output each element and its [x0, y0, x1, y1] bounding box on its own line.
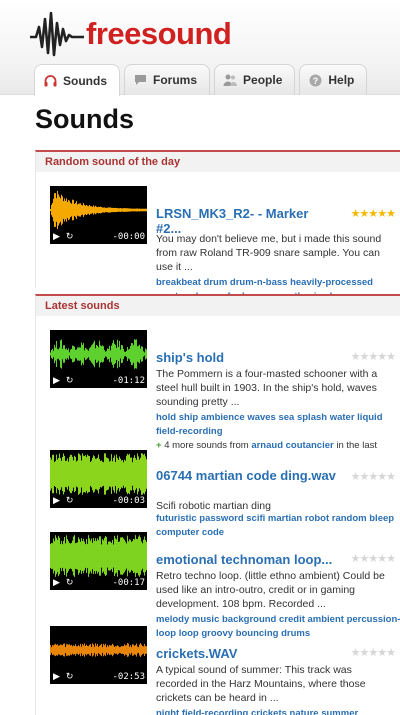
play-icon[interactable]: ▶	[53, 495, 60, 506]
sound-title-link[interactable]: emotional technoman loop...	[156, 552, 356, 567]
rating-stars[interactable]: ★★★★★	[351, 207, 396, 220]
rating-stars[interactable]: ★★★★★	[351, 470, 396, 483]
question-icon: ?	[308, 73, 322, 87]
logo-text: freesound	[86, 16, 232, 51]
plus-icon: +	[156, 440, 162, 451]
more-sounds-from-user[interactable]: + 4 more sounds from arnaud coutancier i…	[156, 440, 400, 451]
star-icon[interactable]: ★	[386, 208, 396, 220]
star-icon[interactable]: ★	[386, 471, 396, 483]
latest-sounds-section: Latest sounds ▶ ↻ -01:12 ship's hold ★★★★…	[35, 294, 400, 715]
star-icon[interactable]: ★	[351, 553, 361, 565]
section-heading: Latest sounds	[35, 294, 400, 316]
star-icon[interactable]: ★	[377, 647, 387, 659]
play-icon[interactable]: ▶	[53, 577, 60, 588]
play-icon[interactable]: ▶	[53, 375, 60, 386]
random-sound-section: Random sound of the day ▶ ↻ -00:00 LRSN_M…	[35, 150, 400, 302]
people-icon	[223, 73, 238, 87]
rating-stars[interactable]: ★★★★★	[351, 552, 396, 565]
star-icon[interactable]: ★	[377, 208, 387, 220]
sound-description: Retro techno loop. (little ethno ambient…	[156, 570, 385, 610]
loop-icon[interactable]: ↻	[66, 231, 74, 242]
star-icon[interactable]: ★	[377, 553, 387, 565]
loop-icon[interactable]: ↻	[66, 577, 74, 588]
headphones-icon	[43, 74, 57, 88]
playback-time: -00:00	[112, 232, 145, 242]
loop-icon[interactable]: ↻	[66, 495, 74, 506]
sound-title-link[interactable]: 06744 martian code ding.wav	[156, 468, 336, 483]
star-icon[interactable]: ★	[368, 208, 378, 220]
star-icon[interactable]: ★	[351, 647, 361, 659]
playback-time: -01:12	[112, 376, 145, 386]
star-icon[interactable]: ★	[351, 208, 361, 220]
tab-sounds[interactable]: Sounds	[34, 64, 120, 96]
star-icon[interactable]: ★	[377, 471, 387, 483]
sound-title-link[interactable]: crickets.WAV	[156, 646, 336, 661]
star-icon[interactable]: ★	[351, 471, 361, 483]
loop-icon[interactable]: ↻	[66, 671, 74, 682]
star-icon[interactable]: ★	[368, 647, 378, 659]
svg-text:?: ?	[313, 76, 319, 86]
star-icon[interactable]: ★	[386, 553, 396, 565]
sound-description: You may don't believe me, but i made thi…	[156, 233, 382, 273]
tab-forums[interactable]: Forums	[124, 64, 211, 95]
sound-tags[interactable]: night field-recording crickets nature su…	[156, 707, 400, 715]
waveform-player[interactable]: ▶ ↻ -02:53	[50, 626, 147, 684]
user-link[interactable]: arnaud coutancier	[251, 440, 333, 451]
sound-description: The Pommern is a four-masted schooner wi…	[156, 368, 378, 408]
rating-stars[interactable]: ★★★★★	[351, 350, 396, 363]
waveform-player[interactable]: ▶ ↻ -00:17	[50, 532, 147, 590]
star-icon[interactable]: ★	[368, 471, 378, 483]
tab-label: Sounds	[63, 73, 107, 88]
playback-time: -02:53	[112, 672, 145, 682]
star-icon[interactable]: ★	[368, 351, 378, 363]
sound-tags[interactable]: melody music background credit ambient p…	[156, 613, 400, 641]
playback-time: -00:17	[112, 578, 145, 588]
sound-tags[interactable]: hold ship ambience waves sea splash wate…	[156, 411, 400, 439]
tab-label: Help	[328, 73, 355, 87]
tab-label: People	[243, 73, 283, 87]
page-title: Sounds	[35, 104, 134, 134]
tab-help[interactable]: ? Help	[299, 64, 368, 95]
play-icon[interactable]: ▶	[53, 231, 60, 242]
waveform-player[interactable]: ▶ ↻ -01:12	[50, 330, 147, 388]
waveform-player[interactable]: ▶ ↻ -00:03	[50, 450, 147, 508]
site-header: freesound Sounds Forums People ? Help	[0, 0, 400, 96]
play-icon[interactable]: ▶	[53, 671, 60, 682]
main-nav-tabs: Sounds Forums People ? Help	[34, 64, 368, 96]
sound-description: Scifi robotic martian ding	[156, 500, 271, 512]
star-icon[interactable]: ★	[368, 553, 378, 565]
speech-bubble-icon	[133, 73, 147, 87]
freesound-logo[interactable]: freesound	[30, 6, 232, 62]
loop-icon[interactable]: ↻	[66, 375, 74, 386]
section-heading: Random sound of the day	[35, 150, 400, 172]
sound-description: A typical sound of summer: This track wa…	[156, 664, 366, 704]
waveform-player[interactable]: ▶ ↻ -00:00	[50, 186, 147, 244]
playback-time: -00:03	[112, 496, 145, 506]
rating-stars[interactable]: ★★★★★	[351, 646, 396, 659]
star-icon[interactable]: ★	[351, 351, 361, 363]
star-icon[interactable]: ★	[377, 351, 387, 363]
tab-people[interactable]: People	[214, 64, 296, 95]
star-icon[interactable]: ★	[386, 647, 396, 659]
star-icon[interactable]: ★	[386, 351, 396, 363]
sound-title-link[interactable]: ship's hold	[156, 350, 336, 365]
tab-label: Forums	[153, 73, 198, 87]
waveform-logo-icon	[30, 11, 84, 57]
sound-tags[interactable]: futuristic password scifi martian robot …	[156, 512, 400, 540]
